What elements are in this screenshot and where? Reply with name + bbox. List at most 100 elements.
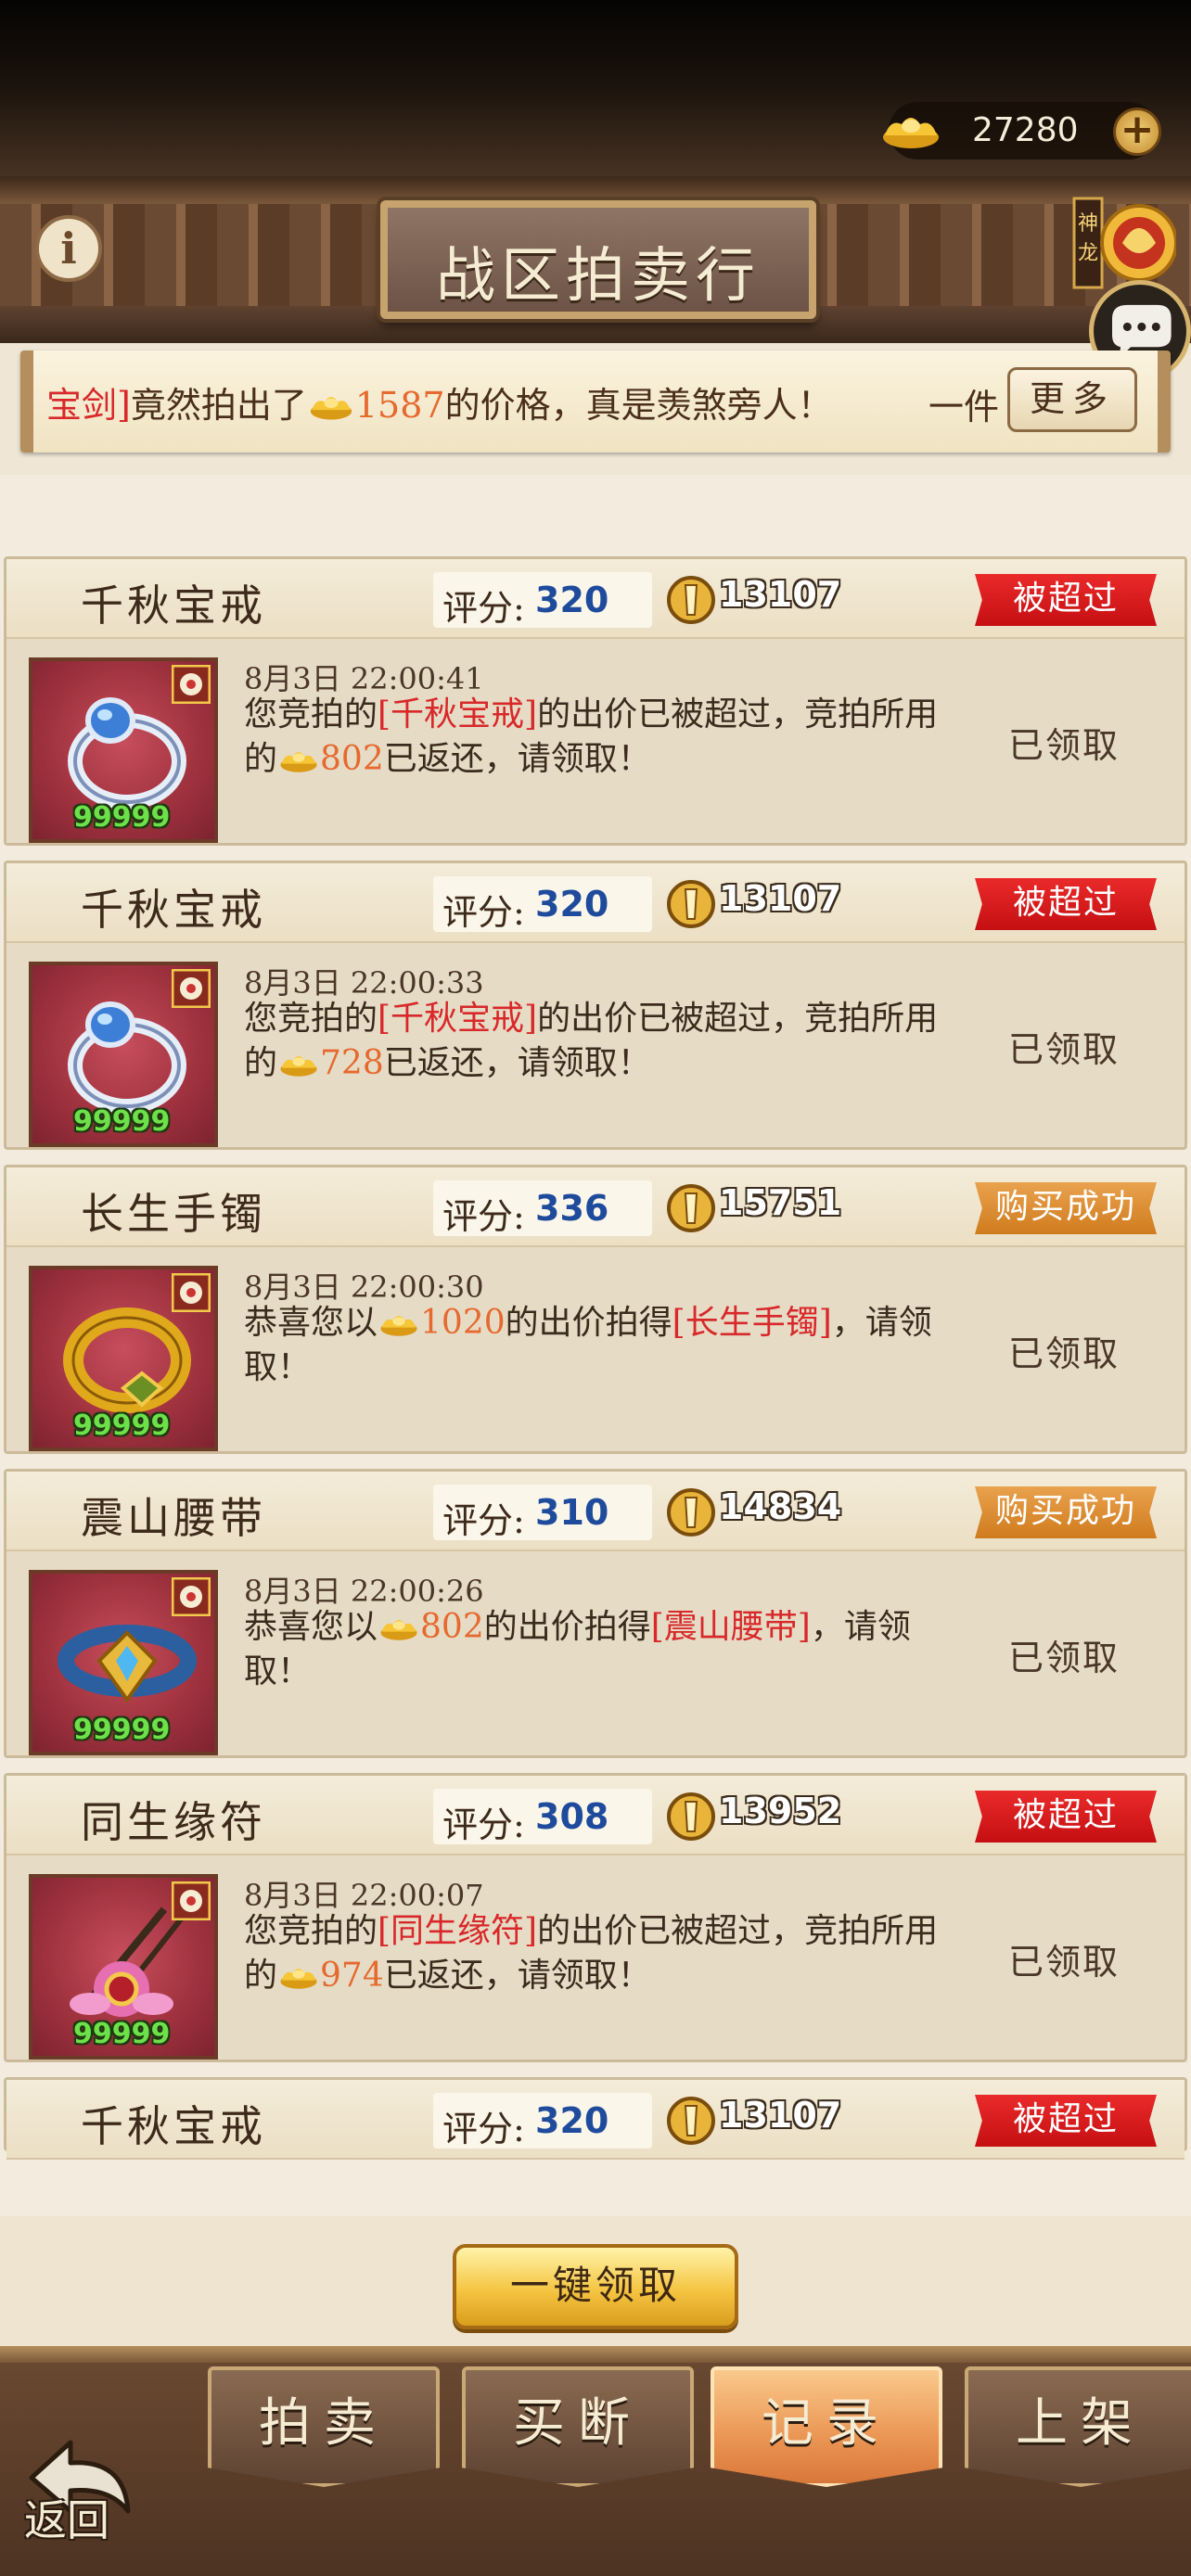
msg-amount: 1020: [420, 1304, 506, 1342]
score-box: 评分: 320: [433, 572, 652, 629]
item-count: 99999: [73, 801, 171, 834]
status-badge: 购买成功: [975, 1486, 1157, 1538]
msg-amount: 802: [320, 740, 384, 778]
item-name: 千秋宝戒: [81, 2101, 266, 2151]
combat-power-icon: [667, 2097, 715, 2145]
tab-records[interactable]: 记录: [711, 2366, 942, 2487]
combat-power-icon: [667, 1488, 715, 1537]
combat-power-value: 13107: [719, 2095, 842, 2136]
score-box: 评分: 336: [433, 1180, 652, 1237]
gold-amount: 27280: [972, 111, 1079, 149]
msg-item: [千秋宝戒]: [378, 695, 538, 733]
msg-pre: 您竞拍的: [244, 1912, 378, 1950]
gold-ingot-icon: [280, 1056, 317, 1077]
score-label: 评分:: [442, 588, 525, 629]
combat-power-value: 13107: [719, 574, 842, 615]
score-label: 评分:: [442, 1196, 525, 1237]
record-message: 恭喜您以 1020的出价拍得[长生手镯]，请领取！: [244, 1301, 949, 1390]
record-item[interactable]: 千秋宝戒 评分: 320 13107 被超过 99999 8月3日 22:00:41 您竞拍的…: [4, 556, 1187, 846]
marquee-price: 1587: [354, 385, 445, 426]
status-badge: 被超过: [975, 878, 1157, 930]
add-gold-button[interactable]: +: [1113, 108, 1161, 156]
score-label: 评分:: [442, 1804, 525, 1845]
tab-buyout[interactable]: 买断: [462, 2366, 694, 2487]
item-slot[interactable]: 99999: [29, 657, 218, 843]
record-message: 您竞拍的[同生缘符]的出价已被超过，竞拍所用的 974已返还，请领取！: [244, 1909, 949, 1998]
more-button[interactable]: 更多: [1007, 367, 1137, 432]
status-badge: 购买成功: [975, 1182, 1157, 1234]
flower-badge-icon: [172, 969, 211, 1008]
record-item[interactable]: 千秋宝戒 评分: 320 13107 被超过: [4, 2077, 1187, 2160]
combat-power-value: 15751: [719, 1182, 842, 1223]
announcement-marquee: 宝剑]竟然拍出了 1587的价格，真是羡煞旁人！ 一件 更多: [20, 351, 1171, 453]
combat-power-icon: [667, 1792, 715, 1841]
back-button-label[interactable]: 返回: [24, 2487, 109, 2548]
record-item[interactable]: 千秋宝戒 评分: 320 13107 被超过 99999 8月3日 22:00:33 您竞拍的…: [4, 861, 1187, 1150]
claimed-status[interactable]: 已领取: [1008, 1325, 1120, 1376]
combat-power-value: 14834: [719, 1486, 842, 1527]
claimed-status[interactable]: 已领取: [1008, 1021, 1120, 1072]
msg-pre: 恭喜您以: [244, 1304, 378, 1342]
item-name: 千秋宝戒: [81, 885, 266, 935]
item-name: 长生手镯: [81, 1189, 266, 1239]
record-message: 您竞拍的[千秋宝戒]的出价已被超过，竞拍所用的 802已返还，请领取！: [244, 693, 949, 782]
score-value: 320: [535, 580, 609, 620]
item-slot[interactable]: 99999: [29, 1266, 218, 1451]
item-count: 99999: [73, 1714, 171, 1746]
record-header: 震山腰带 评分: 310 14834 购买成功: [6, 1472, 1185, 1551]
gold-ingot-icon: [380, 1620, 417, 1640]
item-slot[interactable]: 99999: [29, 962, 218, 1147]
record-item[interactable]: 同生缘符 评分: 308 13952 被超过 99999 8月3日 22:00:07 您竞拍的…: [4, 1773, 1187, 2062]
claimed-status[interactable]: 已领取: [1008, 1629, 1120, 1680]
item-slot[interactable]: 99999: [29, 1570, 218, 1755]
combat-power-value: 13952: [719, 1791, 842, 1831]
msg-amount: 802: [420, 1608, 484, 1646]
marquee-item: 宝剑]: [46, 385, 131, 426]
score-box: 评分: 320: [433, 876, 652, 933]
marquee-text-before: 竟然拍出了: [130, 385, 307, 426]
claimed-status[interactable]: 已领取: [1008, 717, 1120, 768]
page-title: 战区拍卖行: [436, 242, 761, 311]
record-header: 同生缘符 评分: 308 13952 被超过: [6, 1776, 1185, 1855]
status-badge: 被超过: [975, 574, 1157, 626]
record-header: 千秋宝戒 评分: 320 13107 被超过: [6, 559, 1185, 639]
msg-item: [长生手镯]: [672, 1304, 832, 1342]
tab-auction[interactable]: 拍卖: [208, 2366, 440, 2487]
msg-amount: 728: [320, 1044, 384, 1082]
record-header: 长生手镯 评分: 336 15751 购买成功: [6, 1167, 1185, 1247]
record-message: 您竞拍的[千秋宝戒]的出价已被超过，竞拍所用的 728已返还，请领取！: [244, 997, 949, 1086]
gold-ingot-icon: [280, 1969, 317, 1989]
msg-pre: 您竞拍的: [244, 1000, 378, 1038]
item-slot[interactable]: 99999: [29, 1874, 218, 2060]
flower-badge-icon: [172, 665, 211, 704]
item-count: 99999: [73, 2018, 171, 2050]
msg-post: 已返还，请领取！: [383, 1044, 651, 1082]
tab-list-item[interactable]: 上架: [965, 2366, 1191, 2487]
status-badge: 被超过: [975, 1791, 1157, 1843]
marquee-extra: 一件: [928, 387, 1000, 427]
item-name: 同生缘符: [81, 1797, 266, 1847]
score-label: 评分:: [442, 892, 525, 933]
record-item[interactable]: 长生手镯 评分: 336 15751 购买成功 99999 8月3日 22:00:30 恭喜您…: [4, 1165, 1187, 1454]
record-message: 恭喜您以 802的出价拍得[震山腰带]，请领取！: [244, 1605, 949, 1694]
score-value: 310: [535, 1492, 609, 1533]
gold-ingot-icon: [280, 752, 317, 772]
record-item[interactable]: 震山腰带 评分: 310 14834 购买成功 99999 8月3日 22:00:26 恭喜您…: [4, 1469, 1187, 1758]
flower-badge-icon: [172, 1273, 211, 1312]
msg-pre: 恭喜您以: [244, 1608, 378, 1646]
msg-pre: 您竞拍的: [244, 695, 378, 733]
info-button[interactable]: i: [35, 215, 102, 282]
svg-text:龙: 龙: [1078, 242, 1098, 265]
msg-item: [千秋宝戒]: [378, 1000, 538, 1038]
score-value: 308: [535, 1796, 609, 1837]
claim-all-button[interactable]: 一键领取: [453, 2244, 738, 2329]
msg-item: [震山腰带]: [650, 1608, 811, 1646]
score-box: 评分: 310: [433, 1485, 652, 1541]
flower-badge-icon: [172, 1881, 211, 1920]
msg-post: 已返还，请领取！: [383, 740, 651, 778]
score-box: 评分: 320: [433, 2093, 652, 2149]
title-plaque: 战区拍卖行: [380, 200, 816, 319]
msg-mid: 的出价拍得: [505, 1304, 672, 1342]
score-value: 336: [535, 1188, 609, 1229]
claimed-status[interactable]: 已领取: [1008, 1933, 1120, 1984]
